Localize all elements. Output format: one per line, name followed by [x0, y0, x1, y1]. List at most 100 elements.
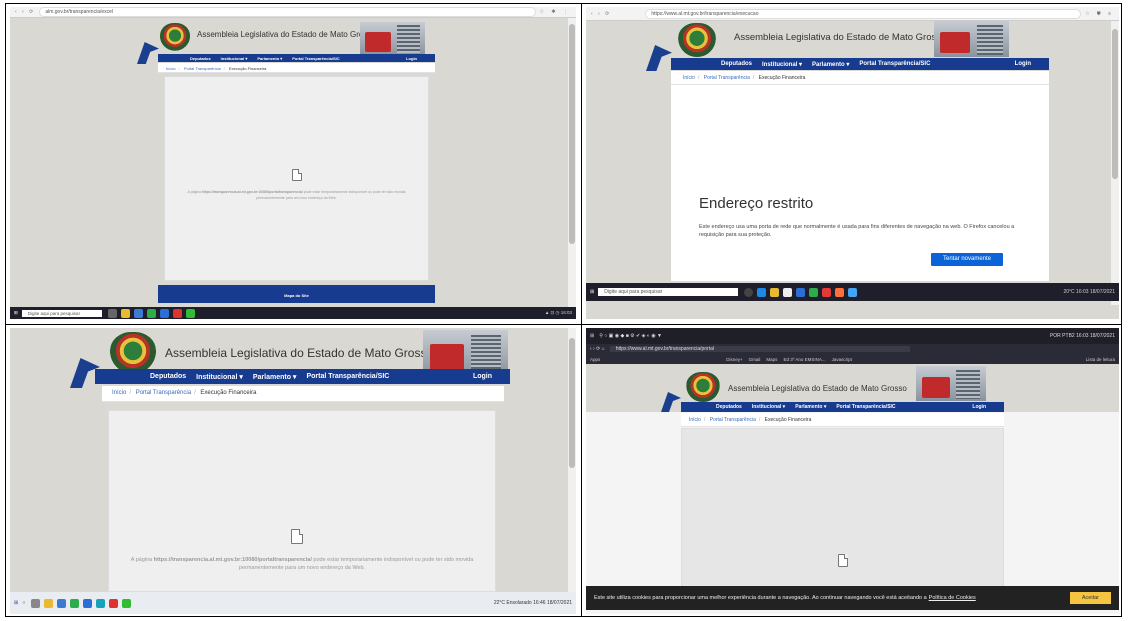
bookmark-disney[interactable]: Disney+ — [726, 357, 742, 362]
accept-cookies-button[interactable]: Aceitar — [1069, 592, 1111, 604]
chrome-icon[interactable] — [70, 598, 80, 608]
app-icon-green[interactable] — [185, 308, 195, 318]
bookmark-javascript[interactable]: Javascript — [832, 357, 852, 362]
nav-deputados[interactable]: Deputados — [716, 404, 742, 410]
crest-logo — [678, 23, 716, 57]
mail-icon[interactable] — [83, 598, 93, 608]
windows-start-icon[interactable]: ⊞ — [14, 600, 18, 606]
store-icon[interactable] — [133, 308, 143, 318]
cortana-icon[interactable]: ○ — [22, 600, 25, 606]
nav-transparencia[interactable]: Portal Transparência/SIC — [836, 404, 895, 410]
nav-parlamento[interactable]: Parlamento ▾ — [257, 56, 282, 61]
reading-list[interactable]: Lista de leitura — [1086, 357, 1115, 362]
nav-institucional[interactable]: Institucional ▾ — [762, 61, 802, 68]
main-navbar: Deputados Institucional ▾ Parlamento ▾ P… — [95, 369, 510, 384]
page-scrollbar[interactable] — [1111, 21, 1119, 305]
login-link[interactable]: Login — [406, 56, 417, 61]
windows-taskbar-top: ⊞ ⚲ ○ ▣ ◉ ◆ ■ ⚙ ✔ ◈ ◐ ◉ ▼ POR PTB2 16:03… — [586, 328, 1119, 344]
windows-start-icon[interactable]: ⊞ — [590, 333, 594, 339]
folder-icon[interactable] — [770, 287, 780, 297]
unavailable-message: A página https://transparencia.al.mt.gov… — [187, 190, 406, 200]
app-icon-teal[interactable] — [96, 598, 106, 608]
retry-button[interactable]: Tentar novamente — [931, 253, 1003, 266]
nav-parlamento[interactable]: Parlamento ▾ — [253, 373, 297, 381]
app-icon-green[interactable] — [122, 598, 132, 608]
grid-divider-vertical — [581, 4, 582, 616]
collage-grid: ‹ › ⟳ alm.gov.br/transparencia/excel ☆ ✱… — [5, 3, 1122, 617]
bookmark-maps[interactable]: Maps — [766, 357, 777, 362]
taskview-icon[interactable] — [107, 308, 117, 318]
page-scrollbar[interactable] — [568, 18, 576, 307]
login-link[interactable]: Login — [1015, 61, 1031, 67]
scrollbar-thumb[interactable] — [1112, 29, 1118, 179]
scrollbar-thumb[interactable] — [569, 338, 575, 468]
login-link[interactable]: Login — [473, 373, 492, 380]
screenshot-q1: ‹ › ⟳ alm.gov.br/transparencia/excel ☆ ✱… — [10, 7, 576, 319]
breadcrumb: Início / Portal Transparência / Execução F… — [671, 71, 1049, 85]
content-frame — [681, 428, 1004, 588]
taskview-icon[interactable] — [31, 598, 41, 608]
taskbar-search[interactable]: Digite aqui para pesquisar — [598, 288, 739, 296]
browser-menu-icon[interactable]: ☆ ⛊ ≡ — [1085, 11, 1114, 17]
nav-buttons-icon[interactable]: ‹ › ⟳ ⌂ — [590, 346, 605, 352]
broken-page-icon — [838, 554, 848, 567]
app-icon-red[interactable] — [822, 287, 832, 297]
taskbar-search[interactable]: Digite aqui para pesquisar — [21, 309, 102, 317]
nav-transparencia[interactable]: Portal Transparência/SIC — [292, 56, 339, 61]
broken-page-icon — [291, 529, 303, 544]
breadcrumb-home[interactable]: Início — [683, 75, 695, 81]
mail-icon[interactable] — [159, 308, 169, 318]
unavailable-url: https://transparencia.al.mt.gov.br:10080… — [153, 557, 312, 563]
nav-buttons-icon[interactable]: ‹ › ⟳ — [591, 11, 611, 17]
address-bar[interactable]: alm.gov.br/transparencia/excel — [39, 7, 536, 17]
login-link[interactable]: Login — [972, 404, 986, 410]
app-icon-green[interactable] — [809, 287, 819, 297]
nav-institucional[interactable]: Institucional ▾ — [752, 404, 785, 410]
firefox-icon[interactable] — [835, 287, 845, 297]
nav-deputados[interactable]: Deputados — [721, 61, 752, 67]
folder-icon[interactable] — [120, 308, 130, 318]
breadcrumb-portal[interactable]: Portal Transparência — [136, 390, 191, 396]
page-scrollbar[interactable] — [568, 328, 576, 592]
breadcrumb-portal[interactable]: Portal Transparência — [184, 66, 221, 71]
store-icon[interactable] — [57, 598, 67, 608]
nav-institucional[interactable]: Institucional ▾ — [196, 373, 243, 381]
app-icon-red[interactable] — [109, 598, 119, 608]
cortana-icon[interactable] — [744, 287, 754, 297]
nav-transparencia[interactable]: Portal Transparência/SIC — [306, 373, 389, 380]
nav-deputados[interactable]: Deputados — [190, 56, 211, 61]
address-bar[interactable]: https://www.al.mt.gov.br/transparencia/e… — [645, 8, 1082, 19]
app-icon-blue[interactable] — [848, 287, 858, 297]
bookmark-ed[interactable]: Ed 3º Ano EMSINA... — [783, 357, 825, 362]
nav-institucional[interactable]: Institucional ▾ — [221, 56, 248, 61]
edge-icon[interactable] — [757, 287, 767, 297]
nav-parlamento[interactable]: Parlamento ▾ — [795, 404, 826, 410]
store-icon[interactable] — [783, 287, 793, 297]
bookmark-apps[interactable]: Apps — [590, 357, 600, 362]
system-tray: 20°C 16:03 18/07/2021 — [1063, 289, 1116, 295]
bookmark-gmail[interactable]: Gmail — [749, 357, 761, 362]
nav-parlamento[interactable]: Parlamento ▾ — [812, 61, 849, 68]
browser-toolbar: ‹ › ⟳ ⌂ https://www.al.mt.gov.br/transpa… — [586, 344, 1119, 354]
windows-start-icon[interactable]: ⊞ — [590, 289, 594, 295]
breadcrumb-home[interactable]: Início — [112, 390, 126, 396]
nav-transparencia[interactable]: Portal Transparência/SIC — [859, 61, 930, 67]
address-bar[interactable]: https://www.al.mt.gov.br/transparencia/p… — [609, 346, 910, 352]
nav-deputados[interactable]: Deputados — [150, 373, 186, 380]
breadcrumb-home[interactable]: Início — [166, 66, 176, 71]
app-icon-red[interactable] — [172, 308, 182, 318]
scrollbar-thumb[interactable] — [569, 24, 575, 244]
system-tray: POR PTB2 16:03 18/07/2021 — [1049, 333, 1115, 339]
mail-icon[interactable] — [796, 287, 806, 297]
nav-buttons-icon[interactable]: ‹ › ⟳ — [15, 9, 35, 15]
windows-start-icon[interactable]: ⊞ — [14, 310, 18, 316]
folder-icon[interactable] — [44, 598, 54, 608]
browser-menu-icon[interactable]: ☆ ✱ ⋮ — [540, 9, 571, 15]
building-image — [360, 22, 425, 55]
breadcrumb-portal[interactable]: Portal Transparência — [704, 75, 750, 81]
cookie-policy-link[interactable]: Política de Cookies — [929, 595, 976, 601]
sitemap-link[interactable]: Mapa do Site — [284, 293, 309, 298]
chrome-icon[interactable] — [146, 308, 156, 318]
breadcrumb-portal[interactable]: Portal Transparência — [710, 417, 756, 423]
breadcrumb-home[interactable]: Início — [689, 417, 701, 423]
